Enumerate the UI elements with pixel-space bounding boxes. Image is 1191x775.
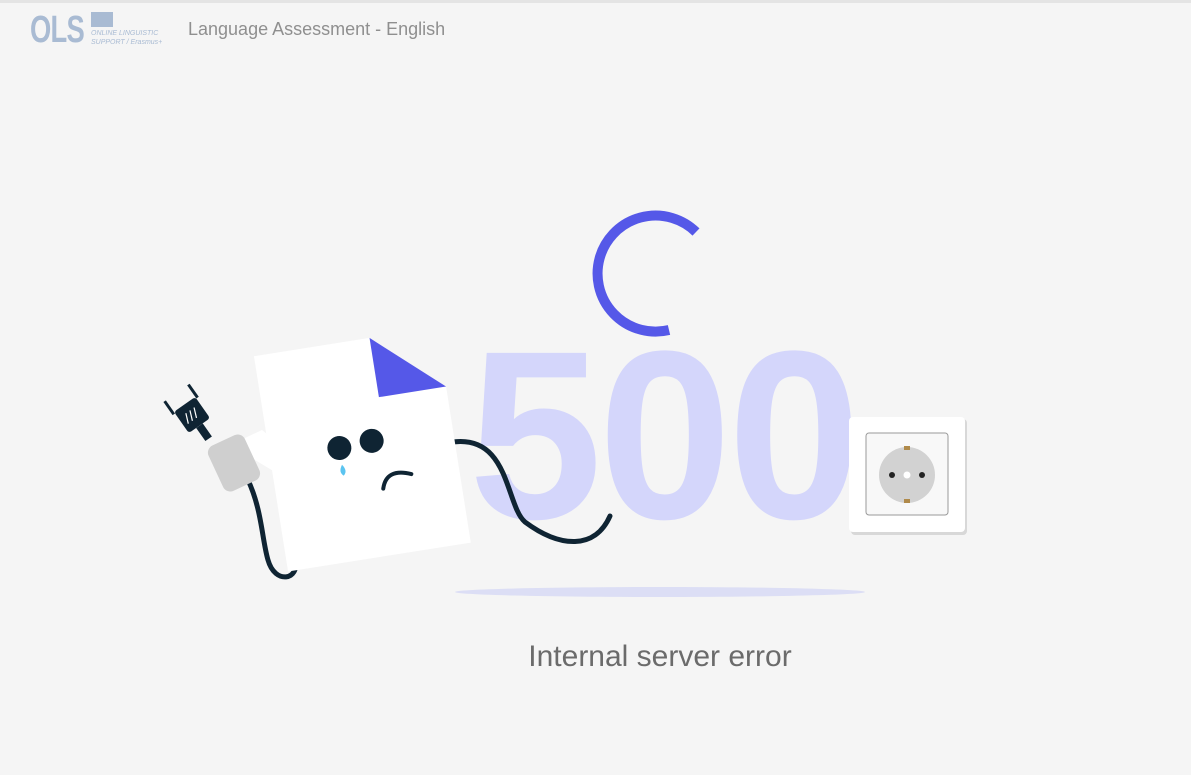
- eu-flag-icon: [91, 12, 113, 27]
- logo-subtitle-line1: ONLINE LINGUISTIC: [91, 30, 159, 37]
- broken-document-icon: [253, 337, 471, 572]
- logo-letters: OLS: [30, 9, 85, 51]
- wall-socket-icon: [849, 417, 967, 535]
- header: OLS ONLINE LINGUISTIC SUPPORT / Erasmus+…: [0, 3, 1191, 55]
- logo-subtitle: ONLINE LINGUISTIC SUPPORT / Erasmus+: [91, 29, 162, 47]
- power-plug-icon: [163, 383, 212, 442]
- ols-logo[interactable]: OLS ONLINE LINGUISTIC SUPPORT / Erasmus+: [30, 9, 162, 51]
- page-title: Language Assessment - English: [188, 19, 446, 39]
- error-page: OLS ONLINE LINGUISTIC SUPPORT / Erasmus+…: [0, 0, 1191, 775]
- error-code: 500: [469, 301, 857, 569]
- error-illustration: 500: [163, 210, 967, 597]
- logo-subtitle-line2: SUPPORT / Erasmus+: [91, 39, 163, 46]
- error-message: Internal server error: [528, 640, 792, 673]
- ground-shadow: [455, 587, 865, 597]
